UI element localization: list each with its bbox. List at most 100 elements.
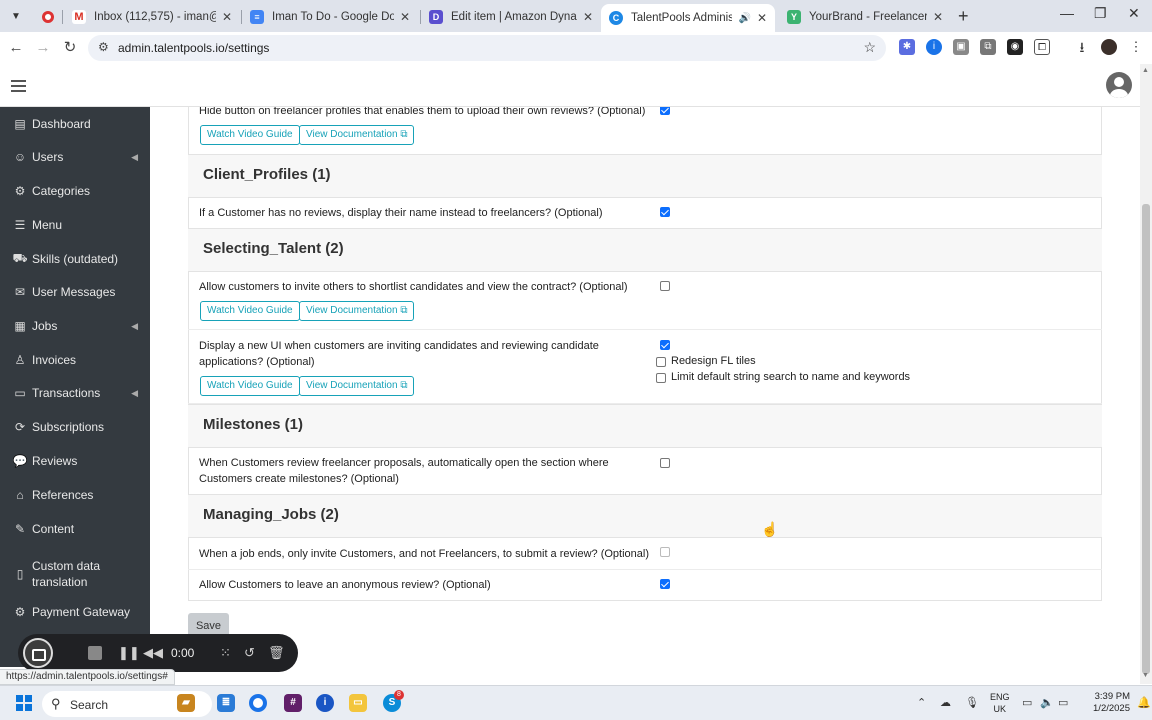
sidebar-item-payment-gateway[interactable]: ⚙ Payment Gateway [0,597,150,627]
close-icon[interactable]: ✕ [400,10,410,24]
tab-gmail[interactable]: M Inbox (112,575) - iman@talentp ✕ [64,4,240,30]
address-bar[interactable]: ⚙ admin.talentpools.io/settings ☆ [88,35,886,61]
sidebar-item-reviews[interactable]: 💬 Reviews [0,446,150,476]
setting-checkbox[interactable] [660,579,670,589]
notepad-icon[interactable]: ≣ [217,694,235,712]
reload-icon[interactable]: ↻ [60,38,80,58]
restart-icon[interactable]: ↺ [244,645,255,661]
watch-video-guide-button[interactable]: Watch Video Guide [200,125,300,145]
close-icon[interactable]: ✕ [222,10,232,24]
scrollbar-thumb[interactable] [1142,204,1150,674]
close-icon[interactable]: ✕ [583,10,593,24]
grid-icon[interactable]: ⁙ [220,645,231,661]
tab-yourbrand[interactable]: Y YourBrand - Freelancer Profile ✕ [779,4,951,30]
microphone-icon[interactable]: 🎙 [965,696,979,709]
setting-checkbox[interactable] [660,547,670,557]
gear-icon: ⚙ [14,605,26,619]
watch-video-guide-button[interactable]: Watch Video Guide [200,376,300,396]
slack-icon[interactable]: # [284,694,302,712]
chevron-up-icon[interactable]: ⌃ [917,696,926,709]
sidebar-item-subscriptions[interactable]: ⟳ Subscriptions [0,412,150,442]
setting-question: applications? (Optional) [199,356,315,368]
trash-icon[interactable]: 🗑 [268,645,285,661]
hamburger-icon[interactable] [11,80,26,95]
scroll-down-icon[interactable]: ▼ [1142,672,1149,679]
tab-talentpools-admin[interactable]: C TalentPools Administrator D 🔊 ✕ [601,4,775,32]
kebab-menu-icon[interactable]: ⋮ [1128,39,1144,55]
sidebar-item-menu[interactable]: ☰ Menu [0,210,150,240]
sidebar-item-transactions[interactable]: ▭ Transactions ◀ [0,378,150,408]
onedrive-icon[interactable]: ☁ [940,696,951,709]
page-scrollbar[interactable]: ▲ ▼ [1140,64,1152,684]
password-manager-icon[interactable]: i [926,39,942,55]
setting-row: Allow customers to invite others to shor… [188,272,1102,330]
bookmark-star-icon[interactable]: ☆ [863,39,876,56]
stop-icon[interactable] [88,646,102,660]
setting-checkbox[interactable] [660,340,670,350]
download-icon[interactable]: ⭳ [1074,39,1090,55]
setting-checkbox[interactable] [660,281,670,291]
windows-start-icon[interactable] [16,695,32,711]
setting-question: When a job ends, only invite Customers, … [199,548,649,560]
record-icon [42,11,54,23]
sidebar-item-invoices[interactable]: ♙ Invoices [0,345,150,375]
close-icon[interactable]: ✕ [757,11,767,25]
tab-title: TalentPools Administrator D [631,12,733,24]
user-avatar-icon[interactable] [1106,72,1132,98]
setting-checkbox[interactable] [660,207,670,217]
forward-icon[interactable]: → [33,38,53,58]
battery-icon[interactable]: ▭ [1058,696,1068,709]
pinned-tab[interactable] [34,4,64,30]
rewind-icon[interactable]: ◀◀ [143,645,163,661]
restore-icon[interactable]: ❐ [1094,5,1107,22]
view-documentation-button[interactable]: View Documentation ⧉ [299,376,415,396]
puzzle-icon[interactable]: ⧠ [1034,39,1050,55]
close-window-icon[interactable]: ✕ [1128,5,1140,22]
extension-icon[interactable]: ⧉ [980,39,996,55]
sidebar-item-user-messages[interactable]: ✉ User Messages [0,277,150,307]
sidebar-item-label: Skills (outdated) [32,252,119,266]
sidebar-item-jobs[interactable]: ▦ Jobs ◀ [0,311,150,341]
camera-toggle-icon[interactable] [23,638,53,668]
minimize-icon[interactable]: — [1060,5,1074,21]
briefcase-icon[interactable]: ▰ [177,694,195,712]
display-icon[interactable]: ▭ [1022,696,1032,709]
extension-icon[interactable]: ✱ [899,39,915,55]
language-indicator[interactable]: ENG UK [990,691,1010,715]
sidebar-item-users[interactable]: ☺ Users ◀ [0,142,150,172]
back-icon[interactable]: ← [6,38,26,58]
folder-icon[interactable]: ▭ [349,694,367,712]
sidebar-item-content[interactable]: ✎ Content [0,514,150,544]
notification-bell-icon[interactable]: 🔔 [1137,696,1151,709]
speaker-icon[interactable]: 🔈 [1040,696,1054,709]
camera-icon[interactable]: ▣ [953,39,969,55]
setting-checkbox[interactable] [660,458,670,468]
tab-search-icon[interactable]: ▼ [6,6,26,26]
password-manager-icon[interactable]: i [316,694,334,712]
sidebar-item-dashboard[interactable]: ▤ Dashboard [0,109,150,139]
tab-dynamodb[interactable]: D Edit item | Amazon DynamoDB ✕ [421,4,601,30]
setting-checkbox[interactable] [660,107,670,115]
close-icon[interactable]: ✕ [933,10,943,24]
clock-time: 3:39 PM [1094,691,1130,702]
system-clock[interactable]: 3:39 PM 1/2/2025 [1080,691,1130,715]
sub-option-checkbox[interactable] [656,357,666,367]
profile-avatar-icon[interactable] [1101,39,1117,55]
sidebar-item-references[interactable]: ⌂ References [0,480,150,510]
view-documentation-button[interactable]: View Documentation ⧉ [299,125,415,145]
new-tab-icon[interactable]: + [958,6,969,27]
tab-google-docs[interactable]: ≡ Iman To Do - Google Docs ✕ [242,4,418,30]
view-documentation-button[interactable]: View Documentation ⧉ [299,301,415,321]
sidebar-item-skills[interactable]: ⛟ Skills (outdated) [0,244,150,274]
chrome-icon[interactable] [249,694,267,712]
scroll-up-icon[interactable]: ▲ [1142,67,1149,74]
sub-option-checkbox[interactable] [656,373,666,383]
site-info-icon[interactable]: ⚙ [98,40,109,54]
pause-icon[interactable]: ❚❚ [118,645,140,661]
speaker-icon[interactable]: 🔊 [738,13,750,24]
sidebar-item-custom-data-translation[interactable]: ▯ Custom data translation [0,554,150,594]
screen-recorder-widget: ❚❚ ◀◀ 0:00 ⁙ ↺ 🗑 [18,634,298,672]
sidebar-item-categories[interactable]: ⚙ Categories [0,176,150,206]
watch-video-guide-button[interactable]: Watch Video Guide [200,301,300,321]
extension-icon[interactable]: ◉ [1007,39,1023,55]
